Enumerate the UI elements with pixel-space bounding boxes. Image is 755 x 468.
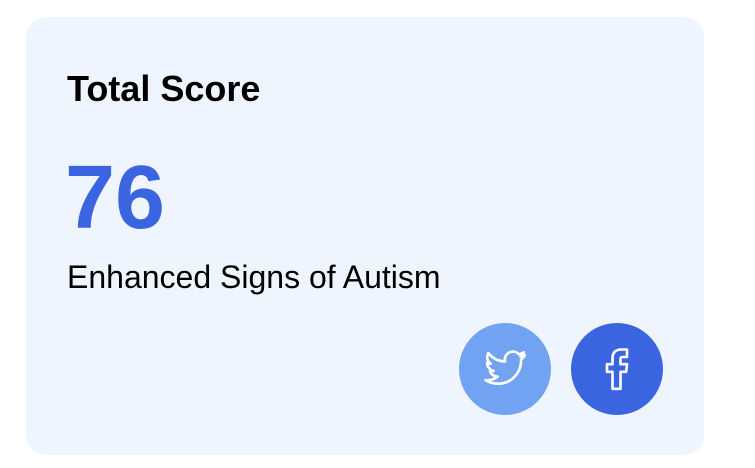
score-value: 76 <box>65 148 166 248</box>
twitter-icon <box>482 349 528 389</box>
score-card: Total Score 76 Enhanced Signs of Autism <box>26 17 704 455</box>
card-title: Total Score <box>67 68 261 109</box>
result-label: Enhanced Signs of Autism <box>67 259 441 295</box>
facebook-icon <box>602 347 632 391</box>
twitter-share-button[interactable] <box>459 323 551 415</box>
facebook-share-button[interactable] <box>571 323 663 415</box>
